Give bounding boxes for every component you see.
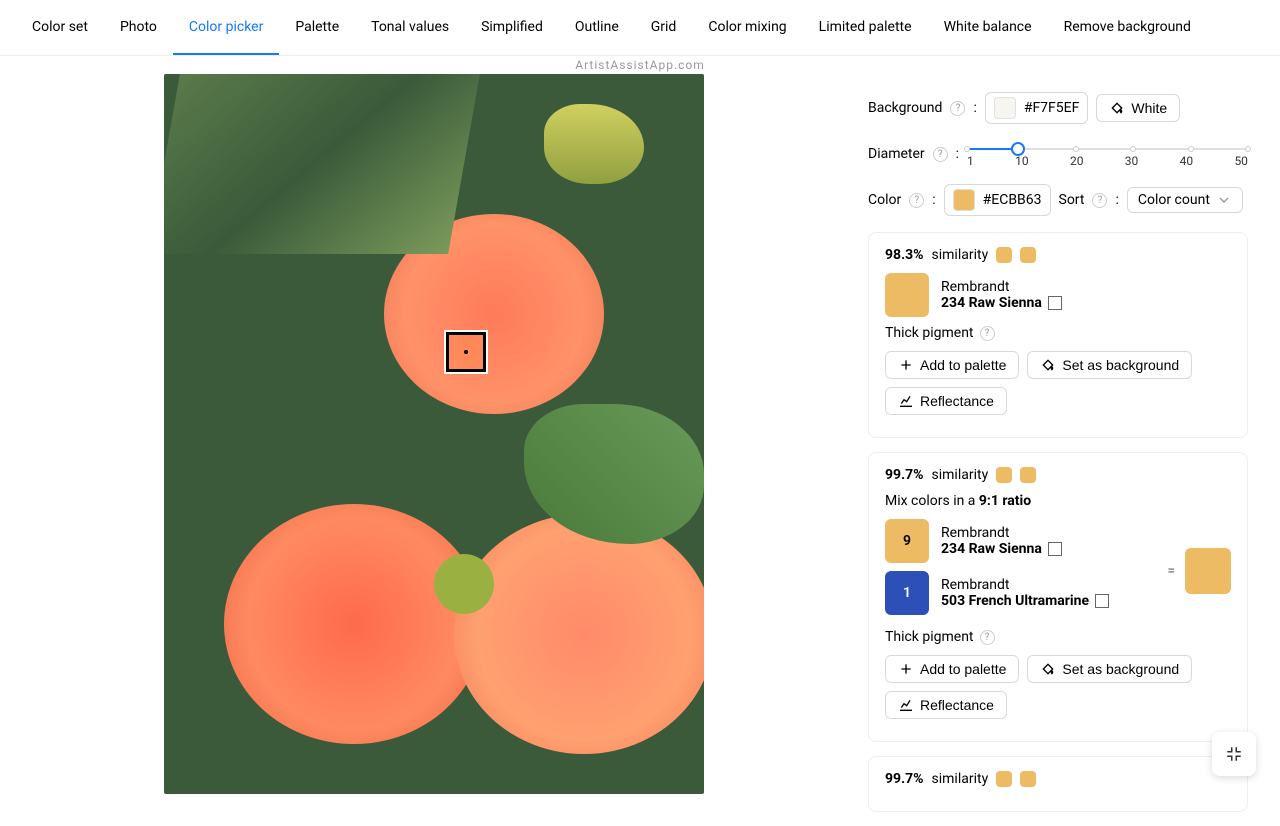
equals-sign: = — [1167, 563, 1175, 579]
background-color-input[interactable]: #F7F5EF — [985, 92, 1089, 124]
similarity-label: similarity — [932, 467, 989, 483]
sort-label: Sort — [1059, 192, 1085, 208]
slider-mark: 20 — [1070, 154, 1084, 168]
bucket-icon — [1109, 100, 1125, 116]
add-to-palette-button[interactable]: Add to palette — [885, 351, 1019, 379]
slider-mark: 40 — [1180, 154, 1194, 168]
paint-checkbox[interactable] — [1095, 594, 1109, 608]
result-swatch — [1185, 548, 1231, 594]
white-button[interactable]: White — [1096, 94, 1180, 122]
collapse-button[interactable] — [1212, 732, 1256, 776]
tab-color-mixing[interactable]: Color mixing — [692, 1, 802, 55]
thick-pigment-label: Thick pigment — [885, 325, 974, 341]
chart-icon — [898, 697, 914, 713]
tab-limited-palette[interactable]: Limited palette — [803, 1, 928, 55]
color-input[interactable]: #ECBB63 — [944, 184, 1051, 216]
set-background-button[interactable]: Set as background — [1027, 351, 1192, 379]
help-icon[interactable]: ? — [980, 630, 995, 645]
background-hex: #F7F5EF — [1024, 100, 1080, 116]
tab-tonal-values[interactable]: Tonal values — [355, 1, 465, 55]
paint-brand: Rembrandt — [941, 525, 1062, 541]
paint-name: 503 French Ultramarine — [941, 593, 1089, 609]
mix-card: 99.7% similarity Mix colors in a 9:1 rat… — [868, 452, 1248, 742]
target-swatch — [996, 467, 1012, 483]
plus-icon — [898, 661, 914, 677]
tab-simplified[interactable]: Simplified — [465, 1, 559, 55]
match-swatch — [1020, 247, 1036, 263]
paint-swatch — [885, 273, 929, 317]
controls-panel: Background ?: #F7F5EF White Diameter ?: — [868, 74, 1268, 826]
target-swatch — [996, 771, 1012, 787]
tab-palette[interactable]: Palette — [279, 1, 355, 55]
similarity-label: similarity — [932, 771, 989, 787]
paint-checkbox[interactable] — [1048, 542, 1062, 556]
slider-mark: 30 — [1125, 154, 1139, 168]
reflectance-button[interactable]: Reflectance — [885, 691, 1007, 719]
slider-handle[interactable] — [1011, 142, 1025, 156]
diameter-label: Diameter — [868, 146, 925, 162]
thick-pigment-label: Thick pigment — [885, 629, 974, 645]
similarity-value: 98.3% — [885, 247, 924, 263]
match-swatch — [1020, 771, 1036, 787]
mix-text: Mix colors in a — [885, 493, 979, 509]
paint-swatch: 9 — [885, 519, 929, 563]
mix-ratio: 9:1 ratio — [979, 493, 1031, 509]
collapse-icon — [1225, 745, 1243, 763]
mix-card: 99.7% similarity — [868, 756, 1248, 812]
help-icon[interactable]: ? — [909, 193, 924, 208]
paint-name: 234 Raw Sienna — [941, 295, 1042, 311]
help-icon[interactable]: ? — [950, 101, 965, 116]
tab-color-picker[interactable]: Color picker — [173, 1, 279, 55]
picker-crosshair[interactable] — [446, 332, 486, 372]
photo-canvas[interactable] — [164, 74, 704, 794]
help-icon[interactable]: ? — [980, 326, 995, 341]
add-to-palette-button[interactable]: Add to palette — [885, 655, 1019, 683]
target-swatch — [996, 247, 1012, 263]
color-label: Color — [868, 192, 901, 208]
background-swatch — [994, 97, 1016, 119]
diameter-slider[interactable]: 1 10 20 30 40 50 — [967, 140, 1248, 168]
tab-white-balance[interactable]: White balance — [928, 1, 1048, 55]
mix-card: 98.3% similarity Rembrandt 234 Raw Sienn… — [868, 232, 1248, 438]
help-icon[interactable]: ? — [1092, 193, 1107, 208]
slider-mark: 50 — [1234, 154, 1248, 168]
tab-photo[interactable]: Photo — [104, 1, 173, 55]
set-background-button[interactable]: Set as background — [1027, 655, 1192, 683]
tab-color-set[interactable]: Color set — [16, 1, 104, 55]
color-swatch — [953, 189, 975, 211]
paint-checkbox[interactable] — [1048, 296, 1062, 310]
help-icon[interactable]: ? — [933, 147, 948, 162]
paint-name: 234 Raw Sienna — [941, 541, 1042, 557]
tab-bar: Color set Photo Color picker Palette Ton… — [0, 0, 1280, 56]
paint-swatch: 1 — [885, 571, 929, 615]
tab-remove-background[interactable]: Remove background — [1048, 1, 1207, 55]
bucket-icon — [1040, 357, 1056, 373]
slider-mark: 1 — [967, 154, 974, 168]
tab-outline[interactable]: Outline — [559, 1, 635, 55]
match-swatch — [1020, 467, 1036, 483]
paint-brand: Rembrandt — [941, 279, 1062, 295]
reflectance-button[interactable]: Reflectance — [885, 387, 1007, 415]
tab-grid[interactable]: Grid — [635, 1, 693, 55]
bucket-icon — [1040, 661, 1056, 677]
sort-select[interactable]: Color count — [1127, 187, 1243, 213]
watermark: ArtistAssistApp.com — [575, 58, 705, 72]
slider-mark: 10 — [1015, 154, 1029, 168]
color-hex: #ECBB63 — [983, 192, 1042, 208]
plus-icon — [898, 357, 914, 373]
paint-brand: Rembrandt — [941, 577, 1109, 593]
chart-icon — [898, 393, 914, 409]
similarity-value: 99.7% — [885, 467, 924, 483]
similarity-value: 99.7% — [885, 771, 924, 787]
background-label: Background — [868, 100, 942, 116]
chevron-down-icon — [1216, 192, 1232, 208]
similarity-label: similarity — [932, 247, 989, 263]
